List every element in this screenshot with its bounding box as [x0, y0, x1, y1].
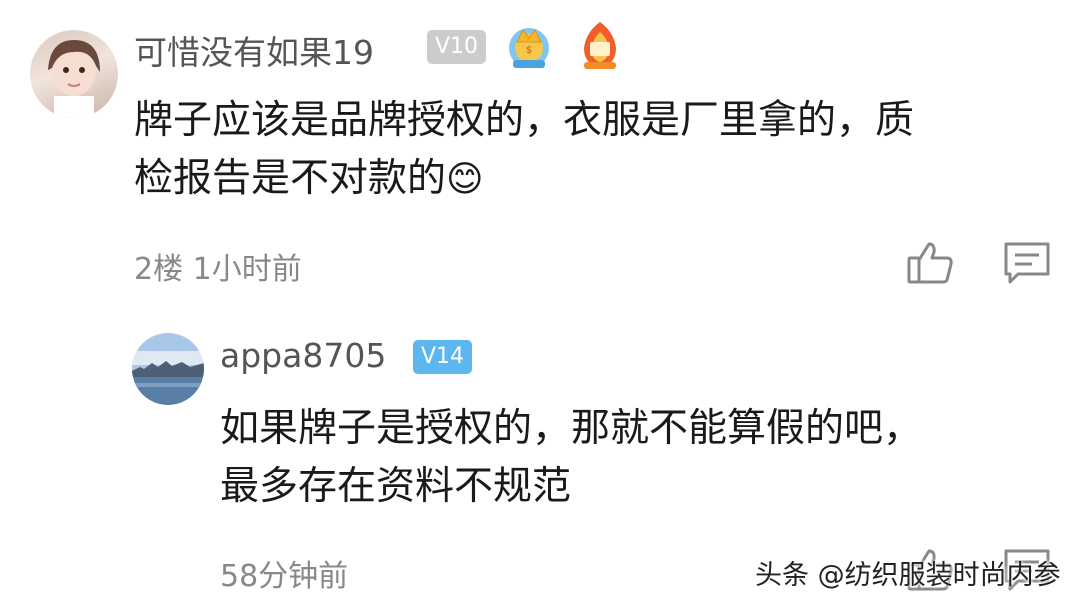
comment-text: 如果牌子是授权的，那就不能算假的吧， 最多存在资料不规范: [220, 406, 923, 509]
username[interactable]: appa8705: [220, 336, 386, 375]
comment-text: 牌子应该是品牌授权的，衣服是厂里拿的，质 检报告是不对款的😊: [134, 98, 915, 201]
comment-meta: 2楼 1小时前: [134, 244, 302, 288]
crown-medal-icon[interactable]: $: [503, 20, 555, 72]
level-badge: V14: [413, 340, 473, 374]
timestamp: 1小时前: [192, 252, 302, 287]
timestamp: 58分钟前: [220, 559, 349, 594]
smile-emoji-icon: 😊: [446, 159, 484, 200]
username[interactable]: 可惜没有如果19: [134, 26, 374, 74]
level-badge: V10: [427, 30, 487, 64]
svg-text:$: $: [526, 45, 532, 56]
floor-number: 2楼: [134, 252, 184, 287]
like-icon[interactable]: [905, 238, 955, 288]
avatar[interactable]: [30, 30, 118, 118]
avatar[interactable]: [132, 333, 204, 405]
fire-medal-icon[interactable]: [574, 18, 626, 72]
reply-icon[interactable]: [1002, 238, 1052, 288]
watermark: 头条 @纺织服装时尚内参: [755, 560, 1061, 591]
